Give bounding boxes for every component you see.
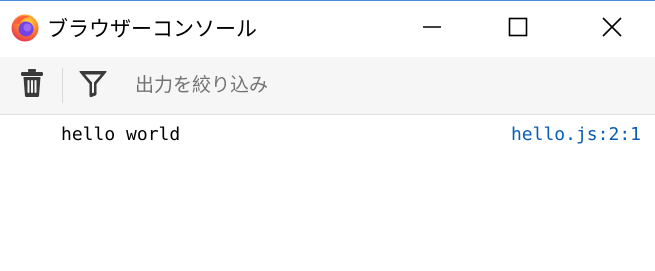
title-bar[interactable]: ブラウザーコンソール <box>0 1 655 57</box>
console-message: hello world hello.js:2:1 <box>0 115 655 157</box>
filter-input[interactable] <box>125 69 525 101</box>
maximize-icon <box>508 17 528 41</box>
browser-console-window: ブラウザーコンソール 出力を絞り込み hello world hello.js:… <box>0 0 655 271</box>
console-output[interactable]: hello world hello.js:2:1 <box>0 115 655 271</box>
close-button[interactable] <box>572 1 652 57</box>
message-text: hello world <box>61 124 181 145</box>
close-icon <box>602 17 622 41</box>
funnel-icon <box>78 68 108 102</box>
minimize-icon <box>422 17 442 41</box>
message-source-link[interactable]: hello.js:2:1 <box>511 124 641 145</box>
console-toolbar <box>0 57 655 115</box>
filter-button[interactable] <box>75 67 111 103</box>
window-title: ブラウザーコンソール <box>47 17 257 41</box>
toolbar-separator <box>62 68 63 103</box>
minimize-button[interactable] <box>392 1 472 57</box>
trash-icon <box>20 68 44 102</box>
firefox-logo-icon <box>10 13 40 43</box>
maximize-button[interactable] <box>478 1 558 57</box>
clear-console-button[interactable] <box>14 67 50 103</box>
